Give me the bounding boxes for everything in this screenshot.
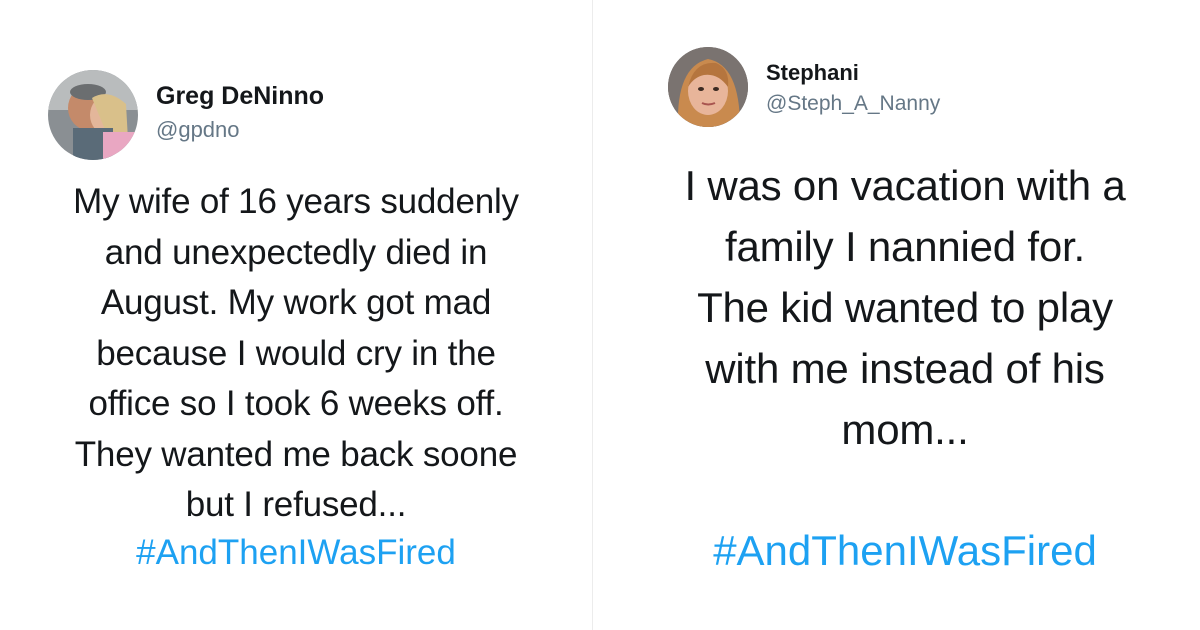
avatar[interactable]	[48, 70, 138, 160]
hashtag-link[interactable]: #AndThenIWasFired	[600, 526, 1200, 576]
tweet-text-line: and unexpectedly died in	[104, 232, 488, 272]
tweet-text-line: office so I took 6 weeks off.	[88, 384, 504, 423]
tweet-text: My wife of 16 years suddenly and unexpec…	[0, 177, 592, 531]
divider	[592, 0, 593, 630]
tweet-card-greg: Greg DeNinno @gpdno My wife of 16 years …	[0, 0, 592, 630]
tweet-text-line: They wanted me back soone	[74, 434, 518, 474]
avatar[interactable]	[668, 47, 748, 127]
avatar-photo-icon	[48, 70, 138, 160]
tweet-card-stephani: Stephani @Steph_A_Nanny I was on vacatio…	[600, 0, 1200, 630]
display-name[interactable]: Greg DeNinno	[156, 82, 324, 111]
avatar-photo-icon	[668, 47, 748, 127]
tweet-text-line: The kid wanted to play	[697, 284, 1113, 331]
tweet-text-line: I was on vacation with a	[684, 162, 1126, 209]
tweet-text-line: My wife of 16 years suddenly	[73, 182, 519, 221]
tweet-text-line: family I nannied for.	[725, 223, 1085, 270]
hashtag-link[interactable]: #AndThenIWasFired	[0, 532, 592, 574]
tweet-text-line: but I refused...	[185, 485, 407, 524]
display-name[interactable]: Stephani	[766, 60, 859, 86]
tweet-text-line: mom...	[841, 406, 969, 453]
user-handle[interactable]: @Steph_A_Nanny	[766, 92, 940, 116]
tweet-text: I was on vacation with a family I nannie…	[600, 155, 1200, 460]
tweet-collage: Greg DeNinno @gpdno My wife of 16 years …	[0, 0, 1200, 630]
user-handle[interactable]: @gpdno	[156, 117, 240, 143]
tweet-text-line: with me instead of his	[705, 345, 1105, 392]
tweet-text-line: because I would cry in the	[96, 333, 496, 373]
tweet-text-line: August. My work got mad	[100, 283, 492, 322]
